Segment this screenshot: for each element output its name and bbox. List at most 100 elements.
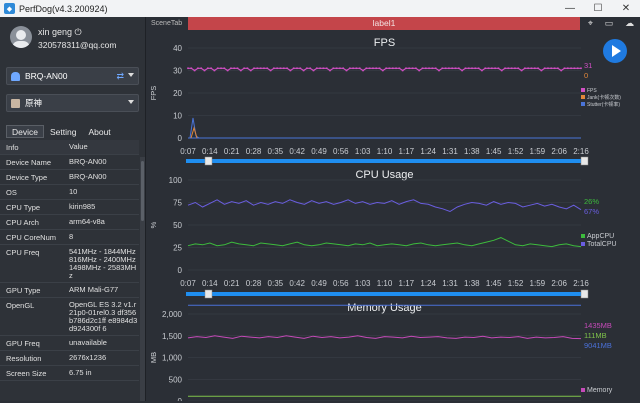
- data-point: [256, 67, 259, 70]
- series-line: [187, 335, 582, 340]
- data-point: [216, 67, 219, 70]
- folder-icon[interactable]: ▭: [605, 18, 614, 29]
- data-point: [507, 67, 510, 70]
- data-point: [388, 67, 391, 70]
- data-point: [573, 67, 576, 70]
- y-tick-label: 75: [173, 199, 182, 208]
- series-line: [187, 199, 582, 213]
- data-point: [510, 67, 513, 70]
- play-button[interactable]: [603, 39, 627, 63]
- data-point: [322, 67, 325, 70]
- scene-tab[interactable]: SceneTab: [148, 17, 188, 30]
- tab-device[interactable]: Device: [6, 125, 44, 138]
- y-axis-label: MB: [149, 352, 158, 363]
- data-point: [494, 67, 496, 70]
- data-point: [368, 67, 371, 70]
- x-tick-label: 1:10: [377, 147, 393, 156]
- chevron-down-icon: [128, 100, 134, 104]
- x-tick-label: 0:56: [333, 147, 349, 156]
- table-row: CPU Freq 541MHz - 1844MHz 816MHz - 2400MH…: [0, 245, 139, 283]
- tab-about[interactable]: About: [82, 125, 116, 138]
- data-point: [408, 67, 411, 70]
- chart-title: FPS: [374, 37, 395, 49]
- legend-label: TotalCPU: [587, 241, 617, 248]
- usb-icon: ⇄: [116, 71, 124, 81]
- x-tick-label: 1:45: [486, 147, 502, 156]
- data-point: [273, 67, 275, 70]
- data-point: [302, 69, 305, 72]
- x-tick-label: 0:07: [180, 279, 196, 288]
- device-info-table: Info Value Device Name BRQ-AN00 Device Typ…: [0, 140, 139, 381]
- android-icon: [11, 71, 20, 81]
- current-value-label: 111MB: [584, 331, 607, 340]
- x-tick-label: 0:14: [202, 279, 218, 288]
- row-key: Device Type: [6, 173, 48, 182]
- cloud-icon[interactable]: ☁: [625, 18, 634, 29]
- x-tick-label: 1:03: [355, 147, 371, 156]
- data-point: [467, 67, 470, 70]
- device-select[interactable]: BRQ-AN00 ⇄: [6, 67, 139, 85]
- location-icon[interactable]: ⌖: [588, 18, 593, 29]
- x-tick-label: 1:59: [530, 279, 546, 288]
- data-point: [249, 69, 252, 72]
- x-tick-label: 1:45: [486, 279, 502, 288]
- maximize-icon[interactable]: ☐: [584, 0, 612, 17]
- minimize-icon[interactable]: —: [556, 0, 584, 17]
- row-key: Screen Size: [6, 369, 47, 378]
- label-bar[interactable]: label1: [188, 17, 580, 30]
- data-point: [418, 69, 420, 72]
- x-tick-label: 1:38: [464, 279, 480, 288]
- data-point: [342, 67, 345, 70]
- x-tick-label: 2:16: [573, 147, 589, 156]
- data-point: [464, 67, 467, 70]
- data-point: [263, 67, 265, 70]
- x-tick-label: 0:07: [180, 147, 196, 156]
- x-tick-label: 0:35: [268, 279, 284, 288]
- user-email: 320578311@qq.com: [38, 40, 117, 50]
- data-point: [543, 67, 546, 70]
- data-point: [197, 67, 199, 70]
- x-tick-label: 0:28: [246, 279, 262, 288]
- data-point: [286, 67, 288, 70]
- row-value: OpenGL ES 3.2 v1.r21p0-01rel0.3 df356b78…: [69, 300, 138, 333]
- data-point: [355, 67, 358, 70]
- legend-swatch: [581, 234, 585, 238]
- data-point: [415, 67, 417, 70]
- x-tick-label: 0:21: [224, 279, 240, 288]
- x-tick-label: 2:16: [573, 279, 589, 288]
- table-row: CPU CoreNum 8: [0, 230, 139, 245]
- power-icon[interactable]: ⏻: [75, 27, 82, 37]
- data-point: [299, 67, 302, 70]
- chart-title: CPU Usage: [355, 169, 413, 181]
- row-key: OpenGL: [6, 301, 35, 310]
- legend-swatch: [581, 388, 585, 392]
- table-row: Resolution 2676x1236: [0, 351, 139, 366]
- close-icon[interactable]: ✕: [612, 0, 640, 17]
- header-value: Value: [69, 142, 88, 151]
- data-point: [289, 69, 292, 72]
- y-tick-label: 50: [173, 221, 182, 230]
- x-tick-label: 0:28: [246, 147, 262, 156]
- table-row: OpenGL OpenGL ES 3.2 v1.r21p0-01rel0.3 df…: [0, 298, 139, 336]
- data-point: [187, 67, 189, 70]
- data-point: [547, 67, 549, 70]
- scrollbar-thumb[interactable]: [141, 161, 144, 221]
- row-key: GPU Freq: [6, 339, 40, 348]
- chart-title: Memory Usage: [347, 302, 422, 314]
- data-point: [292, 67, 295, 70]
- data-point: [431, 67, 434, 70]
- info-scrollbar[interactable]: [140, 157, 145, 401]
- x-tick-label: 1:03: [355, 279, 371, 288]
- data-point: [553, 67, 556, 70]
- app-select[interactable]: 原神: [6, 94, 139, 112]
- legend-swatch: [581, 242, 585, 246]
- avatar[interactable]: [10, 26, 32, 48]
- x-tick-label: 1:59: [530, 147, 546, 156]
- data-point: [193, 69, 196, 72]
- legend-swatch: [581, 88, 585, 92]
- data-point: [563, 67, 566, 70]
- time-range-slider: [186, 292, 583, 296]
- table-row: Screen Size 6.75 in: [0, 366, 139, 381]
- data-point: [319, 67, 321, 70]
- tab-setting[interactable]: Setting: [44, 125, 82, 138]
